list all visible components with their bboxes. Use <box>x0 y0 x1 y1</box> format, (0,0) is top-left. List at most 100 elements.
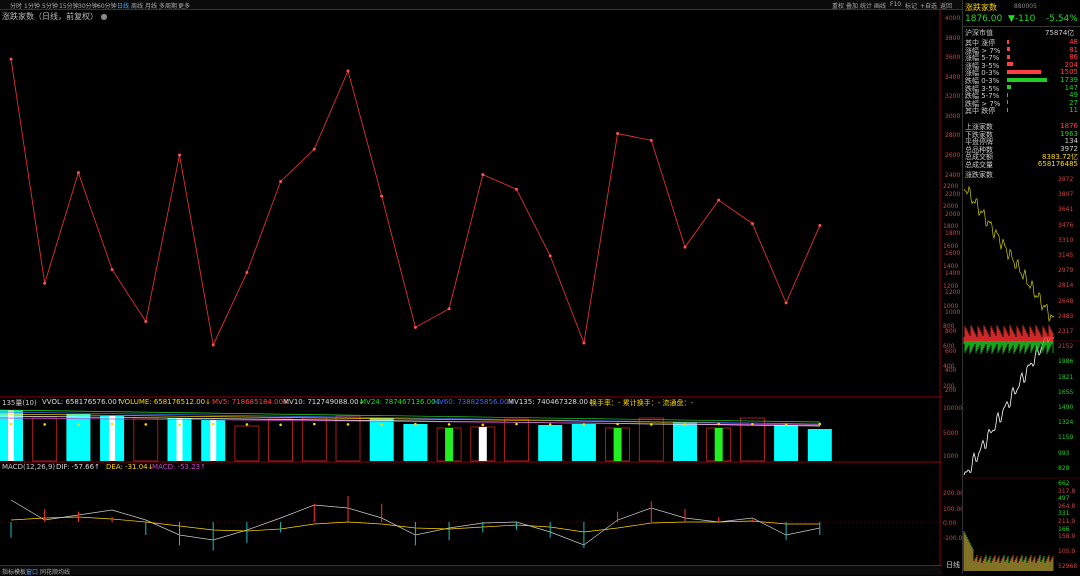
mini-right-tick: 828 <box>1058 464 1070 472</box>
mini-left-tick: 200 <box>943 383 955 390</box>
y-tick-label: 3000 <box>945 112 961 120</box>
data-point <box>245 271 249 275</box>
volume-ma-point <box>245 423 249 426</box>
data-point <box>481 173 485 177</box>
volume-bar <box>403 424 428 461</box>
volume-bar <box>774 425 799 461</box>
y-tick-label: 1600 <box>945 249 961 257</box>
volume-ma-point <box>144 423 148 426</box>
y-tick-label: 2800 <box>945 132 961 140</box>
mini-left-tick: 600 <box>943 343 955 350</box>
mini-volume-tick: 264.8 <box>1058 503 1076 510</box>
mini-right-tick: 2317 <box>1058 328 1074 335</box>
mini-right-tick: 3145 <box>1058 252 1074 259</box>
mini-right-tick: 1986 <box>1058 358 1074 366</box>
volume-bar <box>335 415 361 462</box>
y-tick-label: 1800 <box>945 230 961 238</box>
data-point <box>616 132 620 136</box>
volume-ma-point <box>616 422 619 426</box>
tab-window[interactable]: 窗口 <box>26 567 38 576</box>
mini-right-tick: 3476 <box>1058 221 1074 229</box>
mini-left-tick: 1200 <box>943 283 959 290</box>
y-tick-label: 2200 <box>945 191 961 199</box>
data-point <box>818 224 822 228</box>
mini-volume-tick: 105.9 <box>1058 548 1076 555</box>
volume-bar-fill <box>478 427 487 461</box>
mini-left-tick: 1400 <box>943 263 959 270</box>
distribution-label: 其中 跌停 <box>965 107 996 116</box>
mini-left-tick: 2000 <box>943 203 959 210</box>
vol-tick-2: 1000 <box>943 453 959 460</box>
data-point <box>43 281 47 285</box>
mini-right-tick: 2979 <box>1058 267 1074 275</box>
distribution-bar <box>1007 92 1008 97</box>
y-tick-label: 1200 <box>945 289 961 297</box>
volume-bar <box>538 425 563 461</box>
current-price: 1876.00 <box>965 14 1003 24</box>
data-point <box>515 187 518 191</box>
vol-indicator-name[interactable]: 135量(10) <box>2 398 37 408</box>
y-tick-label: 2400 <box>945 171 961 179</box>
volume-ma-point <box>279 423 282 427</box>
volume-bar <box>571 424 596 461</box>
mini-left-tick: 800 <box>943 323 955 330</box>
mini-advance-line <box>963 337 1054 476</box>
mini-volume-tick: 211.9 <box>1058 518 1076 525</box>
mini-right-tick: 1821 <box>1058 373 1074 381</box>
mini-right-tick: 2648 <box>1058 297 1074 305</box>
mini-left-tick: 1000 <box>943 303 959 310</box>
right-panel-title: 涨跌家数 <box>965 3 997 12</box>
volume-value: VOLUME: 658176512.00↓ <box>120 398 211 406</box>
mini-right-tick: 662 <box>1058 480 1070 487</box>
mini-volume-tick: 158.9 <box>1058 533 1076 540</box>
mini-right-tick: 2814 <box>1058 282 1074 290</box>
dea-value: DEA: -31.04↓ <box>106 463 154 471</box>
mini-period-label[interactable]: 日线 <box>946 560 960 570</box>
volume-ma-point <box>650 423 653 426</box>
y-tick-label: 1400 <box>945 269 961 277</box>
macd-value: MACD: -53.23↑ <box>152 463 206 471</box>
right-panel-code: 880005 <box>1014 3 1037 10</box>
volume-bar <box>807 429 832 461</box>
data-point <box>683 245 687 249</box>
volume-ma-point <box>751 423 754 426</box>
volume-ma-point <box>683 423 687 427</box>
tab-indicator[interactable]: 指标 <box>2 567 14 576</box>
volume-bar <box>234 425 260 462</box>
tab-ma[interactable]: 均线 <box>58 567 70 576</box>
mv24-value: MV24: 787467136.00↓ <box>360 398 442 406</box>
macd-tick-0: 200.00 <box>943 490 964 497</box>
main-chart[interactable] <box>0 0 942 565</box>
dif-value: DIF: -57.66↑ <box>56 463 100 471</box>
y-tick-label: 4000 <box>945 15 961 22</box>
data-point <box>312 147 316 151</box>
tab-template[interactable]: 模板 <box>14 567 26 576</box>
series-line <box>10 59 821 347</box>
data-point <box>211 343 215 347</box>
data-point <box>413 325 417 329</box>
tab-ths[interactable]: 同花顺 <box>40 567 58 576</box>
macd-indicator-name[interactable]: MACD(12,26,9) <box>2 463 55 471</box>
stat-label: 总成交量 <box>965 161 993 169</box>
change-percent: -5.54% <box>1046 14 1078 24</box>
y-tick-label: 3800 <box>945 34 961 42</box>
data-point <box>346 69 350 73</box>
volume-ma-point <box>818 422 822 426</box>
volume-ma-point <box>582 423 586 427</box>
mini-right-tick: 497 <box>1058 495 1070 503</box>
distribution-bar <box>1007 54 1010 59</box>
data-point <box>76 171 80 175</box>
vol-tick-0: 10000 <box>943 405 963 412</box>
data-point <box>380 194 384 198</box>
stat-value: 658176485 <box>1037 160 1078 168</box>
mini-right-tick: 2152 <box>1058 343 1074 351</box>
mini-right-tick: 1159 <box>1058 434 1074 442</box>
mini-left-tick: 400 <box>943 363 955 370</box>
data-point <box>649 138 653 142</box>
volume-bar-fill <box>613 428 622 461</box>
volume-ma-point <box>77 423 80 427</box>
mini-right-tick: 993 <box>1058 449 1070 457</box>
volume-ma-point <box>313 422 316 426</box>
volume-ma-point <box>211 422 215 426</box>
market-value-label: 沪深市值 <box>965 29 993 37</box>
